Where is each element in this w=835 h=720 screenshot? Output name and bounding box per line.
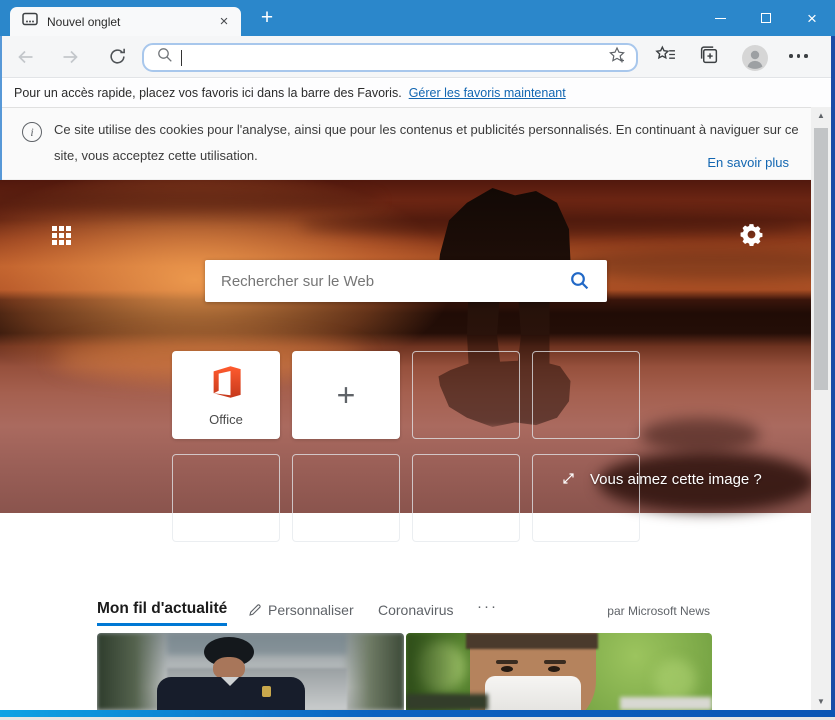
foreground-seaweed	[640, 418, 760, 452]
web-search-input[interactable]	[221, 272, 567, 290]
eye	[501, 666, 513, 672]
apps-grid-icon[interactable]	[52, 226, 71, 245]
scrollbar-thumb[interactable]	[814, 128, 828, 390]
more-news-tabs-icon[interactable]: ···	[477, 598, 498, 615]
profile-avatar[interactable]	[742, 45, 768, 76]
police-badge	[262, 686, 271, 697]
minimize-icon	[714, 17, 726, 19]
eyebrow	[544, 660, 566, 664]
maximize-icon	[761, 13, 771, 23]
new-tab-page-icon	[22, 12, 38, 31]
coronavirus-label: Coronavirus	[378, 602, 454, 618]
window-controls: ×	[697, 0, 835, 36]
eye	[548, 666, 560, 672]
tile-office[interactable]: Office	[172, 351, 280, 439]
new-tab-button[interactable]: +	[253, 5, 281, 33]
favorites-hub-icon[interactable]	[655, 45, 676, 69]
settings-more-icon[interactable]	[789, 54, 808, 58]
office-logo-icon	[208, 364, 244, 405]
back-button[interactable]	[15, 47, 36, 72]
expand-image-icon[interactable]	[561, 471, 576, 491]
eyebrow	[496, 660, 518, 664]
close-icon: ×	[807, 8, 817, 28]
tile-empty[interactable]	[412, 351, 520, 439]
shirt-light	[620, 697, 712, 710]
close-tab-icon[interactable]: ×	[215, 13, 233, 31]
personalize-label: Personnaliser	[268, 602, 354, 618]
image-like-prompt[interactable]: Vous aimez cette image ?	[590, 471, 762, 488]
web-search-button[interactable]	[567, 268, 593, 294]
address-input[interactable]	[182, 45, 617, 70]
shoulder-dark	[406, 694, 488, 710]
face-mask	[485, 676, 581, 710]
collections-icon[interactable]	[699, 45, 719, 70]
web-search-box[interactable]	[205, 260, 607, 302]
tab-news-feed[interactable]: Mon fil d'actualité	[97, 600, 228, 626]
address-bar[interactable]	[142, 43, 638, 72]
text-caret	[181, 50, 182, 66]
tile-add-site[interactable]: +	[292, 351, 400, 439]
cookie-message: Ce site utilise des cookies pour l'analy…	[54, 122, 799, 163]
tab-nouvel-onglet[interactable]: Nouvel onglet ×	[10, 7, 241, 36]
tab-coronavirus[interactable]: Coronavirus	[378, 602, 453, 618]
cloud-streak	[0, 188, 380, 214]
trees-right	[342, 633, 404, 710]
buildings	[167, 633, 347, 655]
search-icon	[157, 47, 173, 68]
scroll-up-icon[interactable]: ▲	[811, 107, 831, 124]
refresh-button[interactable]	[108, 47, 127, 71]
search-icon	[571, 272, 589, 290]
edge-window: Nouvel onglet × + × Pour un accès rapide…	[0, 0, 835, 720]
plus-icon: +	[336, 376, 356, 413]
bokeh-light	[654, 659, 696, 701]
news-attribution: par Microsoft News	[607, 604, 710, 618]
tab-title: Nouvel onglet	[47, 14, 121, 29]
pencil-icon	[248, 603, 262, 617]
window-border-right	[831, 36, 835, 710]
maximize-button[interactable]	[743, 0, 789, 36]
window-border-left	[0, 36, 2, 180]
news-card-police[interactable]	[97, 633, 404, 710]
tile-empty[interactable]	[532, 351, 640, 439]
tile-empty[interactable]	[172, 454, 280, 542]
favorites-bar: Pour un accès rapide, placez vos favoris…	[0, 79, 831, 108]
personalize-button[interactable]: Personnaliser	[248, 602, 354, 618]
tile-empty[interactable]	[292, 454, 400, 542]
forward-button[interactable]	[60, 47, 81, 72]
cookie-banner: i Ce site utilise des cookies pour l'ana…	[2, 108, 811, 180]
man-hair	[466, 633, 598, 649]
window-border-bottom	[0, 710, 835, 717]
news-card-mask[interactable]	[406, 633, 712, 710]
close-button[interactable]: ×	[789, 0, 835, 36]
tile-empty[interactable]	[532, 454, 640, 542]
scroll-down-icon[interactable]: ▼	[811, 693, 831, 710]
info-icon: i	[22, 122, 42, 142]
manage-favorites-link[interactable]: Gérer les favoris maintenant	[409, 86, 566, 100]
page-settings-gear-icon[interactable]	[740, 223, 763, 251]
favorites-bar-message: Pour un accès rapide, placez vos favoris…	[14, 86, 402, 100]
tile-office-label: Office	[209, 411, 243, 427]
tile-empty[interactable]	[412, 454, 520, 542]
minimize-button[interactable]	[697, 0, 743, 36]
page-scrollbar[interactable]: ▲ ▼	[811, 107, 831, 710]
learn-more-link[interactable]: En savoir plus	[707, 155, 789, 170]
title-bar: Nouvel onglet × + ×	[0, 0, 835, 36]
